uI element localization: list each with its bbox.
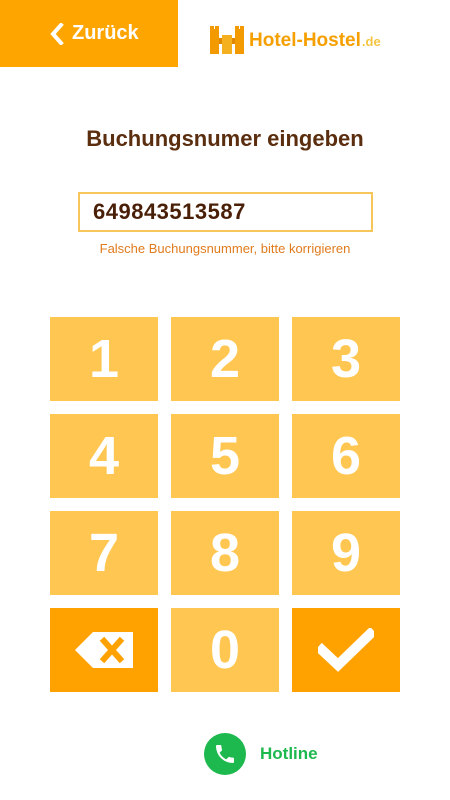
error-message: Falsche Buchungsnummer, bitte korrigiere… xyxy=(99,241,351,256)
hotline-label: Hotline xyxy=(260,744,318,763)
key-0[interactable]: 0 xyxy=(171,608,279,692)
brand-name: Hotel-Hostel xyxy=(249,30,361,51)
brand-tld: .de xyxy=(361,33,381,49)
booking-number-input[interactable] xyxy=(78,192,373,232)
key-4[interactable]: 4 xyxy=(50,414,158,498)
hotline-button[interactable]: Hotline xyxy=(204,733,318,775)
key-3[interactable]: 3 xyxy=(292,317,400,401)
key-6[interactable]: 6 xyxy=(292,414,400,498)
brand-logo: Hotel-Hostel .de xyxy=(209,26,381,56)
confirm-button[interactable] xyxy=(292,608,400,692)
chevron-left-icon xyxy=(50,22,64,45)
key-2[interactable]: 2 xyxy=(171,317,279,401)
key-8[interactable]: 8 xyxy=(171,511,279,595)
checkmark-icon xyxy=(318,628,374,672)
key-9[interactable]: 9 xyxy=(292,511,400,595)
back-button-label: Zurück xyxy=(72,22,139,44)
key-5[interactable]: 5 xyxy=(171,414,279,498)
page-title: Buchungsnumer eingeben xyxy=(86,126,364,151)
key-1[interactable]: 1 xyxy=(50,317,158,401)
back-button[interactable]: Zurück xyxy=(0,0,178,67)
logo-icon xyxy=(210,26,244,54)
backspace-icon xyxy=(75,632,133,668)
backspace-button[interactable] xyxy=(50,608,158,692)
numeric-keypad: 1 2 3 4 5 6 7 8 9 0 xyxy=(50,317,400,692)
phone-icon xyxy=(204,733,246,775)
key-7[interactable]: 7 xyxy=(50,511,158,595)
